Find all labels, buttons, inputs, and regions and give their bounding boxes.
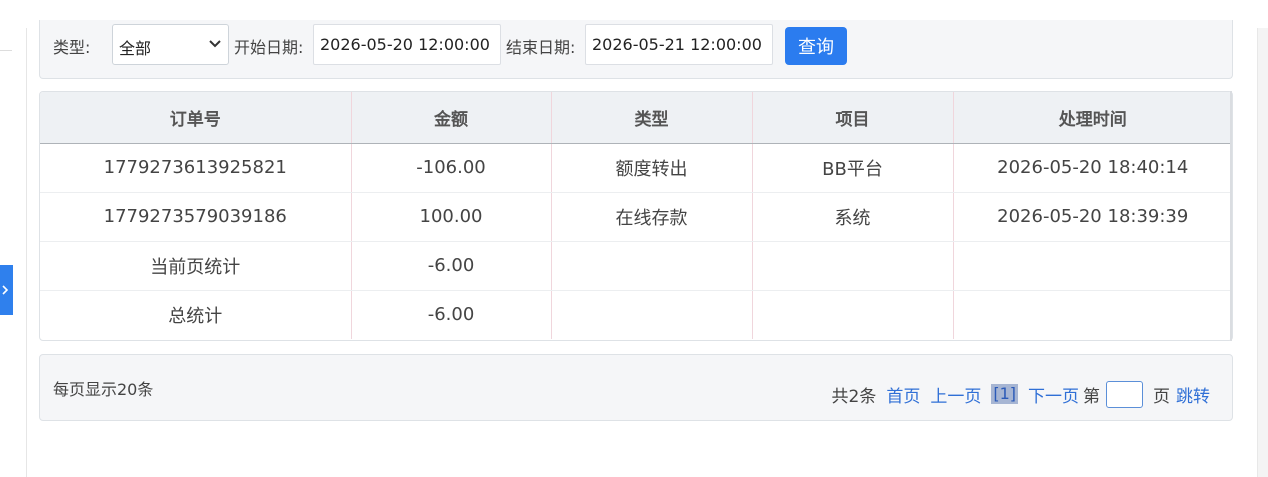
- orders-table: 订单号 金额 类型 项目 处理时间 1779273613925821 -106.…: [39, 91, 1233, 341]
- cell-order-no: 1779273579039186: [40, 192, 352, 242]
- per-page-text: 每页显示20条: [53, 380, 154, 399]
- header-amount: 金额: [351, 92, 552, 144]
- table-right-border: [1230, 91, 1232, 341]
- header-type: 类型: [551, 92, 753, 144]
- sidebar-toggle-button[interactable]: [0, 265, 13, 315]
- cell-time: 2026-05-20 18:40:14: [953, 143, 1232, 193]
- total-summary-amount: -6.00: [351, 290, 552, 339]
- empty-cell: [551, 290, 753, 339]
- page-summary-row: 当前页统计 -6.00: [40, 241, 1232, 291]
- left-gutter: [0, 28, 27, 477]
- table-row: 1779273613925821 -106.00 额度转出 BB平台 2026-…: [40, 143, 1232, 193]
- total-count: 共2条: [831, 386, 877, 407]
- page-summary-label: 当前页统计: [40, 241, 352, 291]
- start-date-label: 开始日期:: [234, 38, 304, 57]
- cell-order-no: 1779273613925821: [40, 143, 352, 193]
- gutter-divider: [0, 50, 12, 51]
- empty-cell: [551, 241, 753, 291]
- header-time: 处理时间: [953, 92, 1232, 144]
- pagination-panel: 每页显示20条 共2条 首页 上一页 [1] 下一页 第 页 跳转: [39, 354, 1233, 421]
- header-item: 项目: [752, 92, 954, 144]
- empty-cell: [752, 241, 954, 291]
- type-label: 类型:: [53, 38, 91, 57]
- start-date-input[interactable]: 2026-05-20 12:00:00: [313, 24, 501, 65]
- total-summary-row: 总统计 -6.00: [40, 290, 1232, 339]
- pagination: 共2条 首页 上一页 [1] 下一页 第 页 跳转: [831, 380, 1210, 408]
- current-page: [1]: [991, 384, 1018, 404]
- goto-page-input[interactable]: [1106, 380, 1143, 408]
- cell-amount: 100.00: [351, 192, 552, 242]
- total-summary-label: 总统计: [40, 290, 352, 339]
- cell-type: 在线存款: [551, 192, 753, 242]
- empty-cell: [953, 290, 1232, 339]
- chevron-down-icon: [209, 40, 221, 48]
- vertical-scrollbar[interactable]: [1257, 28, 1268, 477]
- chevron-right-icon: [2, 285, 9, 295]
- table-header-row: 订单号 金额 类型 项目 处理时间: [40, 92, 1232, 144]
- prev-page-link[interactable]: 上一页: [930, 382, 981, 407]
- filter-panel: 类型: 全部 开始日期: 2026-05-20 12:00:00 结束日期: 2…: [39, 20, 1233, 79]
- empty-cell: [953, 241, 1232, 291]
- header-order-no: 订单号: [40, 92, 352, 144]
- cell-amount: -106.00: [351, 143, 552, 193]
- cell-type: 额度转出: [551, 143, 753, 193]
- page-summary-amount: -6.00: [351, 241, 552, 291]
- type-select[interactable]: 全部: [112, 24, 229, 65]
- page-suffix: 页: [1153, 386, 1170, 407]
- end-date-input[interactable]: 2026-05-21 12:00:00: [585, 24, 773, 65]
- type-select-value: 全部: [119, 39, 152, 58]
- next-page-link[interactable]: 下一页: [1028, 382, 1079, 407]
- empty-cell: [752, 290, 954, 339]
- cell-item: 系统: [752, 192, 954, 242]
- cell-item: BB平台: [752, 143, 954, 193]
- first-page-link[interactable]: 首页: [886, 382, 920, 407]
- query-button[interactable]: 查询: [785, 27, 847, 65]
- table-row: 1779273579039186 100.00 在线存款 系统 2026-05-…: [40, 192, 1232, 242]
- jump-link[interactable]: 跳转: [1176, 382, 1210, 407]
- cell-time: 2026-05-20 18:39:39: [953, 192, 1232, 242]
- page-prefix: 第: [1083, 386, 1100, 407]
- end-date-label: 结束日期:: [506, 38, 576, 57]
